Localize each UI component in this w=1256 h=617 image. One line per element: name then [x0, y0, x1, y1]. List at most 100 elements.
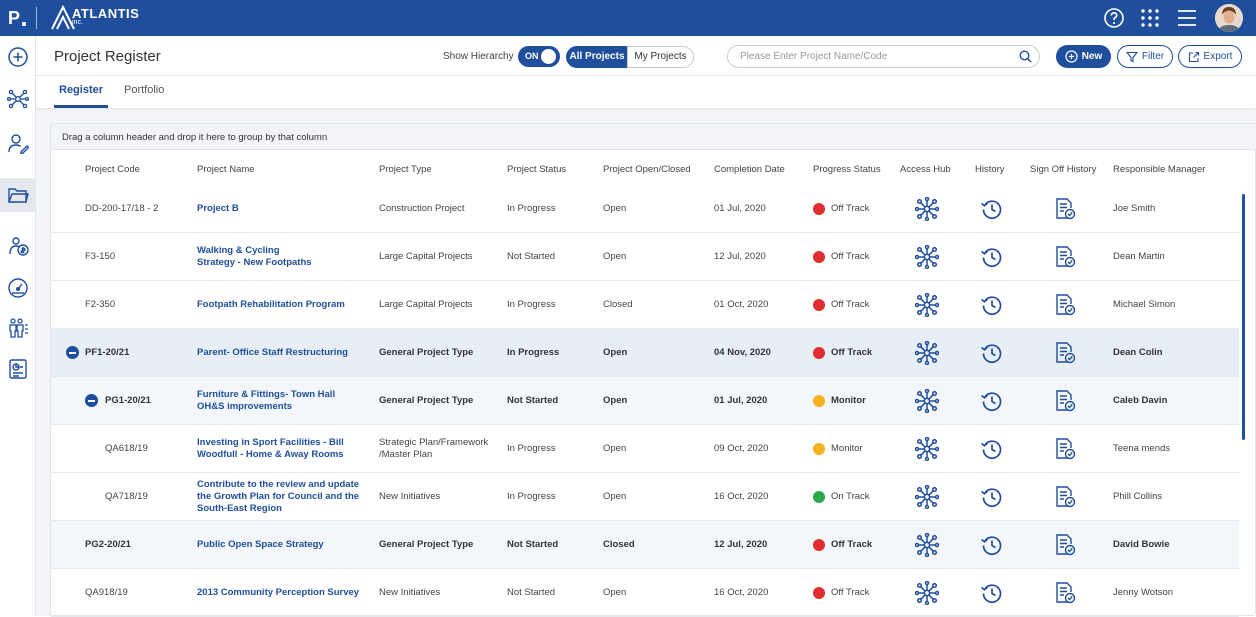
sign-off-history-icon[interactable]: [1053, 581, 1077, 605]
project-name-link[interactable]: Footpath Rehabilitation Program: [197, 299, 345, 311]
progress-status-label: On Track: [831, 491, 870, 502]
column-header-completion-date[interactable]: Completion Date: [714, 164, 785, 175]
show-hierarchy-toggle[interactable]: ON: [518, 46, 560, 67]
table-row[interactable]: QA918/19 2013 Community Perception Survey…: [51, 569, 1239, 617]
table-row[interactable]: F2-350 Footpath Rehabilitation Program Lar…: [51, 281, 1239, 329]
sign-off-history-icon[interactable]: [1053, 437, 1077, 461]
vertical-scrollbar[interactable]: [1242, 194, 1245, 440]
project-open-closed: Open: [603, 203, 627, 214]
progress-status-label: Off Track: [831, 539, 873, 550]
project-name-link[interactable]: Investing in Sport Facilities - Bill Wood…: [197, 437, 344, 461]
all-projects-button[interactable]: All Projects: [566, 46, 628, 68]
column-header-project-open-closed[interactable]: Project Open/Closed: [603, 164, 691, 175]
tab-bar: Register Portfolio: [36, 76, 1256, 108]
user-avatar[interactable]: [1215, 4, 1243, 32]
collapse-toggle[interactable]: [85, 394, 98, 407]
table-row[interactable]: PG1-20/21 Furniture & Fittings- Town Hall…: [51, 377, 1239, 425]
history-icon[interactable]: [980, 293, 1004, 317]
project-name-link[interactable]: Project B: [197, 203, 239, 215]
project-name-link[interactable]: Public Open Space Strategy: [197, 539, 324, 551]
progress-status-label: Off Track: [831, 299, 870, 310]
access-hub-icon[interactable]: [914, 340, 940, 366]
user-edit-icon[interactable]: [7, 132, 29, 154]
responsible-manager: Dean Martin: [1113, 251, 1165, 262]
project-name-line: Furniture & Fittings- Town Hall: [197, 389, 336, 400]
product-logo[interactable]: P: [8, 8, 28, 28]
project-name-line: South-East Region: [197, 503, 282, 514]
table-row[interactable]: PF1-20/21 Parent- Office Staff Restructur…: [51, 329, 1239, 377]
sign-off-history-icon[interactable]: [1053, 197, 1077, 221]
project-name-link[interactable]: Furniture & Fittings- Town Hall OH&S impr…: [197, 389, 335, 413]
sign-off-history-icon[interactable]: [1053, 389, 1077, 413]
access-hub-icon[interactable]: [914, 532, 940, 558]
new-button[interactable]: New: [1056, 45, 1111, 68]
project-type: New Initiatives: [379, 587, 440, 599]
completion-date: 12 Jul, 2020: [714, 251, 766, 262]
history-icon[interactable]: [980, 581, 1004, 605]
report-document-icon[interactable]: [7, 358, 29, 380]
column-header-project-type[interactable]: Project Type: [379, 164, 432, 175]
my-projects-button[interactable]: My Projects: [627, 46, 694, 68]
table-row[interactable]: PG2-20/21 Public Open Space Strategy Gener…: [51, 521, 1239, 569]
top-bar: P ATLANTIS inc.: [0, 0, 1256, 36]
access-hub-icon[interactable]: [914, 292, 940, 318]
sign-off-history-icon[interactable]: [1053, 533, 1077, 557]
project-name-line: Woodfull - Home & Away Rooms: [197, 449, 344, 460]
column-header-sign-off-history[interactable]: Sign Off History: [1030, 164, 1096, 175]
tab-register[interactable]: Register: [59, 84, 103, 96]
table-row[interactable]: QA718/19 Contribute to the review and upd…: [51, 473, 1239, 521]
history-icon[interactable]: [980, 533, 1004, 557]
access-hub-icon[interactable]: [914, 436, 940, 462]
history-icon[interactable]: [980, 341, 1004, 365]
tab-portfolio[interactable]: Portfolio: [124, 84, 164, 96]
project-type-line: New Initiatives: [379, 491, 441, 502]
group-drop-area[interactable]: Drag a column header and drop it here to…: [51, 124, 1256, 150]
team-users-icon[interactable]: [7, 317, 29, 339]
column-header-access-hub[interactable]: Access Hub: [900, 164, 951, 175]
column-header-project-code[interactable]: Project Code: [85, 164, 140, 175]
table-row[interactable]: DD-200-17/18 - 2 Project B Construction Pr…: [51, 185, 1239, 233]
dashboard-gauge-icon[interactable]: [7, 276, 29, 298]
column-header-responsible-manager[interactable]: Responsible Manager: [1113, 164, 1205, 175]
access-hub-icon[interactable]: [914, 484, 940, 510]
apps-grid-icon[interactable]: [1139, 7, 1161, 29]
add-circle-icon[interactable]: [7, 46, 29, 68]
budget-person-icon[interactable]: [7, 235, 29, 257]
collapse-toggle[interactable]: [66, 346, 79, 359]
history-icon[interactable]: [980, 437, 1004, 461]
sign-off-history-icon[interactable]: [1053, 485, 1077, 509]
hub-network-icon[interactable]: [7, 88, 29, 110]
column-header-history[interactable]: History: [975, 164, 1005, 175]
project-type: Large Capital Projects: [379, 251, 472, 263]
table-row[interactable]: F3-150 Walking & Cycling Strategy - New Fo…: [51, 233, 1239, 281]
access-hub-icon[interactable]: [914, 244, 940, 270]
menu-icon[interactable]: [1176, 7, 1198, 29]
folder-icon[interactable]: [7, 184, 29, 206]
project-name-line: Strategy - New Footpaths: [197, 257, 312, 268]
access-hub-icon[interactable]: [914, 580, 940, 606]
project-name-link[interactable]: Contribute to the review and update the G…: [197, 479, 359, 515]
history-icon[interactable]: [980, 485, 1004, 509]
table-row[interactable]: QA618/19 Investing in Sport Facilities - …: [51, 425, 1239, 473]
column-header-progress-status[interactable]: Progress Status: [813, 164, 881, 175]
filter-button[interactable]: Filter: [1117, 45, 1173, 68]
search-input[interactable]: [727, 45, 1040, 68]
search-icon[interactable]: [1019, 50, 1032, 63]
column-header-project-name[interactable]: Project Name: [197, 164, 255, 175]
history-icon[interactable]: [980, 197, 1004, 221]
export-button[interactable]: Export: [1178, 45, 1242, 68]
access-hub-icon[interactable]: [914, 388, 940, 414]
sign-off-history-icon[interactable]: [1053, 293, 1077, 317]
access-hub-icon[interactable]: [914, 196, 940, 222]
project-name-link[interactable]: Walking & Cycling Strategy - New Footpath…: [197, 245, 312, 269]
sign-off-history-icon[interactable]: [1053, 341, 1077, 365]
history-icon[interactable]: [980, 245, 1004, 269]
column-header-project-status[interactable]: Project Status: [507, 164, 566, 175]
project-name-link[interactable]: Parent- Office Staff Restructuring: [197, 347, 348, 359]
project-name-link[interactable]: 2013 Community Perception Survey: [197, 587, 359, 599]
completion-date: 09 Oct, 2020: [714, 443, 769, 454]
help-icon[interactable]: [1103, 7, 1125, 29]
filter-icon: [1125, 51, 1138, 62]
history-icon[interactable]: [980, 389, 1004, 413]
sign-off-history-icon[interactable]: [1053, 245, 1077, 269]
